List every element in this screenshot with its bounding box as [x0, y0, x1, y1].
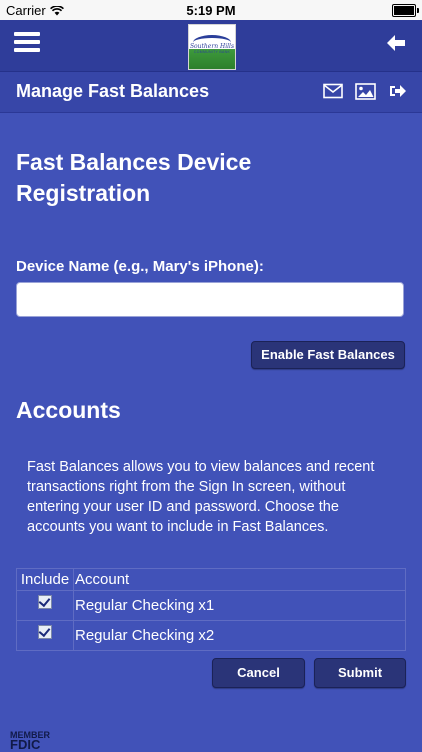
registration-heading: Fast Balances Device Registration — [16, 149, 252, 206]
image-button[interactable] — [355, 83, 376, 105]
column-header-include: Include — [16, 568, 74, 591]
nav-bar: Southern Hills COMMUNITY BANK — [0, 20, 422, 72]
submit-button[interactable]: Submit — [314, 658, 406, 688]
bank-logo: Southern Hills COMMUNITY BANK — [188, 24, 236, 70]
table-header-row: Include Account — [16, 568, 406, 591]
cancel-button[interactable]: Cancel — [212, 658, 305, 688]
include-cell — [16, 620, 74, 651]
accounts-table: Include Account Regular Checking x1 Regu… — [16, 568, 406, 651]
device-name-input[interactable] — [16, 282, 404, 317]
include-cell — [16, 590, 74, 621]
fdic-line2: FDIC — [10, 737, 41, 752]
status-bar: Carrier 5:19 PM — [0, 0, 422, 20]
image-icon — [355, 83, 376, 100]
hamburger-icon-line — [14, 40, 40, 44]
account-checkbox[interactable] — [38, 625, 52, 640]
hamburger-icon-line — [14, 48, 40, 52]
device-name-label: Device Name (e.g., Mary's iPhone): — [16, 258, 264, 275]
menu-button[interactable] — [14, 32, 40, 56]
battery-icon — [392, 4, 419, 17]
fdic-logo: MEMBER FDIC — [10, 731, 50, 752]
account-name: Regular Checking x2 — [73, 620, 406, 651]
mail-button[interactable] — [323, 83, 343, 104]
column-header-account: Account — [73, 568, 406, 591]
page-title: Manage Fast Balances — [16, 81, 210, 101]
accounts-heading: Accounts — [16, 397, 121, 423]
account-name: Regular Checking x1 — [73, 590, 406, 621]
logo-name: Southern Hills — [189, 43, 235, 50]
mail-icon — [323, 83, 343, 99]
table-row: Regular Checking x1 — [16, 590, 406, 621]
status-time: 5:19 PM — [186, 3, 236, 18]
table-row: Regular Checking x2 — [16, 620, 406, 651]
accounts-description: Fast Balances allows you to view balance… — [27, 459, 375, 535]
arrow-left-icon — [387, 35, 405, 51]
logo-sub: COMMUNITY BANK — [193, 50, 231, 54]
logout-button[interactable] — [389, 83, 407, 104]
hamburger-icon — [14, 32, 40, 36]
logout-icon — [390, 85, 406, 97]
back-button[interactable] — [386, 34, 406, 57]
account-checkbox[interactable] — [38, 595, 52, 610]
title-bar: Manage Fast Balances — [0, 72, 422, 113]
enable-fast-balances-button[interactable]: Enable Fast Balances — [251, 341, 405, 369]
